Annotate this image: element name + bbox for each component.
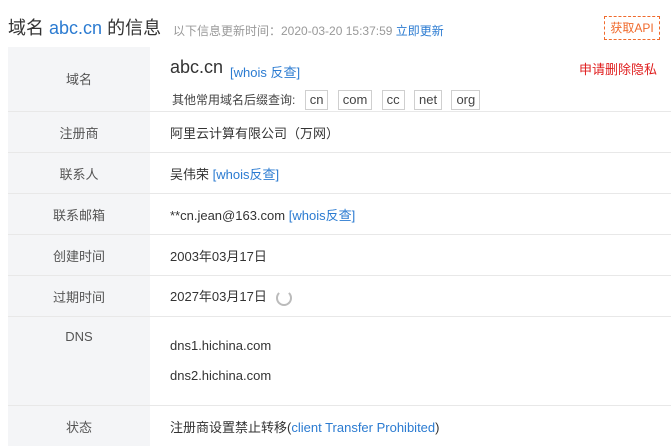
row-label-contact: 联系人 [8,153,150,194]
page-header: 域名 abc.cn 的信息 以下信息更新时间：2020-03-20 15:37:… [0,0,671,42]
email-whois-link[interactable]: [whois反查] [289,208,355,223]
table-row: DNS dns1.hichina.com dns2.hichina.com [8,317,671,406]
dns-server-2: dns2.hichina.com [170,361,671,391]
created-value: 2003年03月17日 [150,235,671,276]
status-prefix: 注册商设置禁止转移( [170,420,291,435]
row-label-registrar: 注册商 [8,112,150,153]
row-label-status: 状态 [8,406,150,446]
table-row: 状态 注册商设置禁止转移(client Transfer Prohibited) [8,406,671,446]
domain-cell: abc.cn [whois 反查] 申请删除隐私 其他常用域名后缀查询: cn … [170,47,671,111]
row-label-domain: 域名 [8,47,150,112]
table-row: 过期时间 2027年03月17日 [8,276,671,317]
get-api-button[interactable]: 获取API [604,16,660,40]
domain-info-table: 域名 abc.cn [whois 反查] 申请删除隐私 其他常用域名后缀查询: … [8,47,671,446]
update-time: 以下信息更新时间：2020-03-20 15:37:59 [173,24,392,38]
contact-whois-link[interactable]: [whois反查] [213,167,279,182]
domain-name: abc.cn [170,57,223,78]
row-label-created: 创建时间 [8,235,150,276]
table-row: 联系人 吴伟荣 [whois反查] [8,153,671,194]
table-row: 注册商 阿里云计算有限公司（万网） [8,112,671,153]
expires-value: 2027年03月17日 [170,289,267,304]
table-row: 创建时间 2003年03月17日 [8,235,671,276]
status-link[interactable]: client Transfer Prohibited [291,420,435,435]
update-info: 以下信息更新时间：2020-03-20 15:37:59 立即更新 [173,22,444,39]
row-label-dns: DNS [8,317,150,406]
suffix-cn-button[interactable]: cn [305,90,329,110]
status-suffix: ) [435,420,439,435]
row-label-email: 联系邮箱 [8,194,150,235]
registrar-value: 阿里云计算有限公司（万网） [150,112,671,153]
suffix-net-button[interactable]: net [414,90,442,110]
title-prefix: 域名 [8,18,44,38]
domain-whois-link[interactable]: [whois 反查] [230,62,300,81]
suffix-org-button[interactable]: org [451,90,480,110]
suffix-label: 其他常用域名后缀查询: [172,93,295,107]
refresh-icon[interactable] [276,290,292,306]
privacy-removal-link[interactable]: 申请删除隐私 [579,59,657,78]
contact-value: 吴伟荣 [170,167,209,182]
update-now-link[interactable]: 立即更新 [396,24,444,38]
suffix-com-button[interactable]: com [338,90,373,110]
table-row: 域名 abc.cn [whois 反查] 申请删除隐私 其他常用域名后缀查询: … [8,47,671,112]
suffix-cc-button[interactable]: cc [382,90,405,110]
suffix-query: 其他常用域名后缀查询: cn com cc net org [172,90,480,110]
row-label-expires: 过期时间 [8,276,150,317]
title-suffix: 的信息 [107,18,161,38]
title-domain: abc.cn [49,18,102,38]
email-value: **cn.jean@163.com [170,208,285,223]
table-row: 联系邮箱 **cn.jean@163.com [whois反查] [8,194,671,235]
page-title: 域名 abc.cn 的信息 [8,14,161,40]
dns-server-1: dns1.hichina.com [170,331,671,361]
